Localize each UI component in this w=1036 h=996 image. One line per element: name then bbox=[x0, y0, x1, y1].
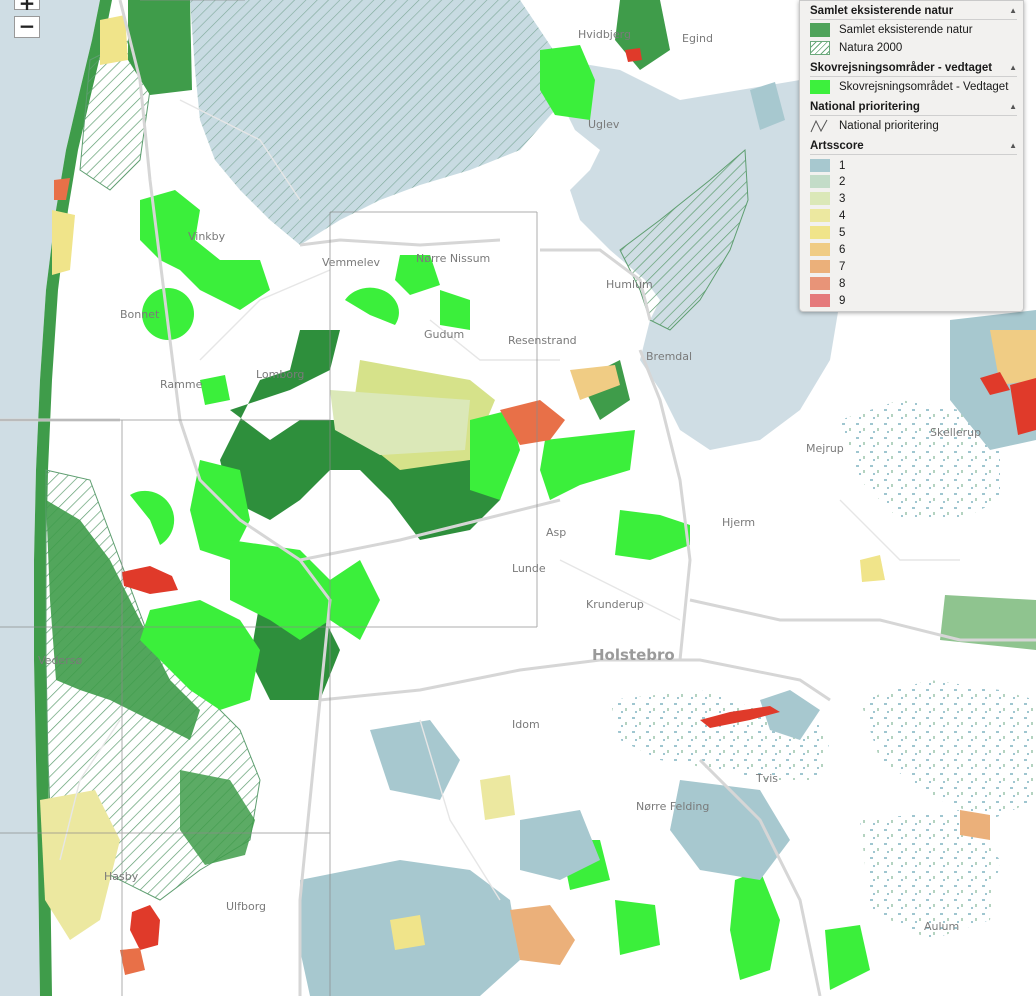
legend-section-title: Skovrejsningsområder - vedtaget bbox=[810, 62, 993, 74]
zoom-out-button[interactable]: − bbox=[14, 16, 40, 38]
place-label: Humlum bbox=[606, 278, 653, 291]
zigzag-icon bbox=[810, 119, 828, 133]
legend-section-header[interactable]: Samlet eksisterende natur ▲ bbox=[810, 3, 1017, 20]
place-label: Vemmelev bbox=[322, 256, 380, 269]
legend-item: Skovrejsningsområdet - Vedtaget bbox=[810, 77, 1023, 97]
legend-section-header[interactable]: Skovrejsningsområder - vedtaget ▲ bbox=[810, 60, 1017, 77]
legend-item-label: National prioritering bbox=[839, 120, 939, 132]
place-label: Aulum bbox=[924, 920, 959, 933]
legend-swatch-national-priority bbox=[810, 119, 830, 133]
legend-item-label: 2 bbox=[839, 176, 846, 188]
place-label: Vedersø bbox=[38, 654, 82, 667]
place-label-holstebro: Holstebro bbox=[592, 646, 675, 664]
map-legend: Samlet eksisterende natur ▲ Samlet eksis… bbox=[799, 0, 1024, 312]
legend-item: 4 bbox=[810, 208, 1023, 225]
place-label: Bonnet bbox=[120, 308, 160, 321]
legend-swatch-natura2000 bbox=[810, 41, 830, 55]
legend-item-label: 3 bbox=[839, 193, 846, 205]
place-label: Krunderup bbox=[586, 598, 644, 611]
legend-item: 3 bbox=[810, 191, 1023, 208]
collapse-icon[interactable]: ▲ bbox=[1009, 138, 1017, 154]
place-label: Resenstrand bbox=[508, 334, 577, 347]
legend-section-header[interactable]: National prioritering ▲ bbox=[810, 99, 1017, 116]
legend-item: National prioritering bbox=[810, 116, 1023, 136]
legend-section-header[interactable]: Artsscore ▲ bbox=[810, 138, 1017, 155]
legend-swatch-score bbox=[810, 260, 830, 273]
legend-item-label: 1 bbox=[839, 160, 846, 172]
place-label: Vinkby bbox=[188, 230, 226, 243]
legend-item: Samlet eksisterende natur bbox=[810, 20, 1023, 40]
legend-item-label: 9 bbox=[839, 295, 846, 307]
legend-swatch-score bbox=[810, 294, 830, 307]
legend-item: 5 bbox=[810, 225, 1023, 242]
place-label: Asp bbox=[546, 526, 566, 539]
legend-item: 8 bbox=[810, 276, 1023, 293]
legend-swatch-score bbox=[810, 192, 830, 205]
place-label: Gudum bbox=[424, 328, 464, 341]
legend-item-label: Natura 2000 bbox=[839, 42, 903, 54]
legend-swatch-score bbox=[810, 159, 830, 172]
place-label: Hvidbjerg bbox=[578, 28, 631, 41]
legend-swatch-score bbox=[810, 209, 830, 222]
legend-item: 6 bbox=[810, 242, 1023, 259]
legend-section-title: Artsscore bbox=[810, 140, 864, 152]
legend-item-label: Skovrejsningsområdet - Vedtaget bbox=[839, 81, 1009, 93]
legend-swatch-nature bbox=[810, 23, 830, 37]
legend-item-label: Samlet eksisterende natur bbox=[839, 24, 973, 36]
place-label: Ramme bbox=[160, 378, 203, 391]
legend-section-title: Samlet eksisterende natur bbox=[810, 5, 954, 17]
place-label: Nørre Felding bbox=[636, 800, 709, 813]
legend-section-title: National prioritering bbox=[810, 101, 920, 113]
place-label: Lomborg bbox=[256, 368, 304, 381]
legend-swatch-score bbox=[810, 226, 830, 239]
place-label: Hasby bbox=[104, 870, 139, 883]
place-label: Idom bbox=[512, 718, 540, 731]
legend-swatch-score bbox=[810, 243, 830, 256]
place-label: Tvis bbox=[755, 772, 778, 785]
collapse-icon[interactable]: ▲ bbox=[1009, 60, 1017, 76]
legend-swatch-score bbox=[810, 277, 830, 290]
legend-item-label: 8 bbox=[839, 278, 846, 290]
place-label: Bremdal bbox=[646, 350, 692, 363]
legend-item-label: 4 bbox=[839, 210, 846, 222]
place-label: Ulfborg bbox=[226, 900, 266, 913]
collapse-icon[interactable]: ▲ bbox=[1009, 99, 1017, 115]
place-label: Skellerup bbox=[930, 426, 981, 439]
legend-swatch-score bbox=[810, 175, 830, 188]
legend-item: Natura 2000 bbox=[810, 40, 1023, 56]
legend-swatch-afforestation bbox=[810, 80, 830, 94]
legend-item-label: 7 bbox=[839, 261, 846, 273]
collapse-icon[interactable]: ▲ bbox=[1009, 3, 1017, 19]
place-label: Mejrup bbox=[806, 442, 844, 455]
place-label: Uglev bbox=[588, 118, 620, 131]
legend-item: 2 bbox=[810, 174, 1023, 191]
legend-item-label: 5 bbox=[839, 227, 846, 239]
legend-item: 7 bbox=[810, 259, 1023, 276]
place-label: Hjerm bbox=[722, 516, 755, 529]
place-label: Egind bbox=[682, 32, 713, 45]
place-label: Nørre Nissum bbox=[416, 252, 490, 265]
legend-item-label: 6 bbox=[839, 244, 846, 256]
legend-item: 9 bbox=[810, 293, 1023, 310]
place-label: Lunde bbox=[512, 562, 546, 575]
legend-item: 1 bbox=[810, 158, 1023, 174]
zoom-in-button[interactable]: + bbox=[14, 0, 40, 15]
